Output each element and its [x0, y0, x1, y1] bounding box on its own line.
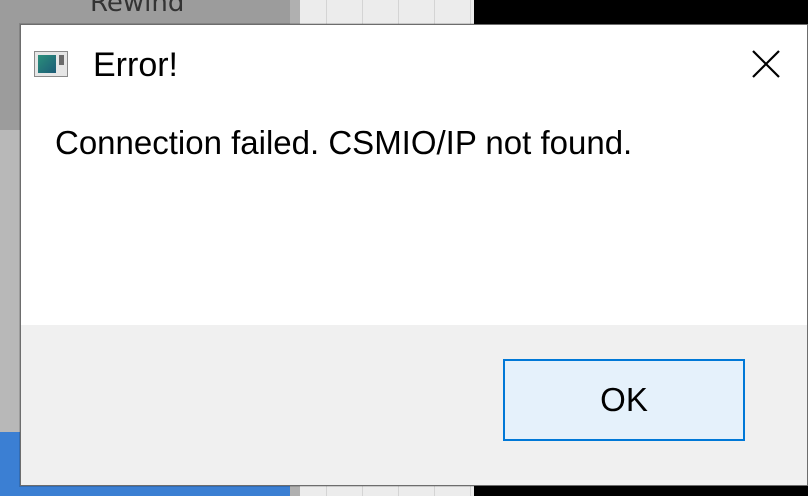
close-button[interactable]	[737, 39, 795, 89]
dialog-title: Error!	[93, 46, 178, 84]
background-rewind-label: Rewind	[90, 0, 185, 18]
app-window-icon	[34, 51, 68, 77]
error-message: Connection failed. CSMIO/IP not found.	[55, 124, 633, 161]
close-icon	[752, 50, 780, 78]
dialog-titlebar[interactable]: Error!	[21, 25, 807, 105]
error-dialog: Error! Connection failed. CSMIO/IP not f…	[20, 24, 808, 486]
dialog-footer: OK	[21, 325, 807, 485]
ok-button[interactable]: OK	[503, 359, 745, 441]
